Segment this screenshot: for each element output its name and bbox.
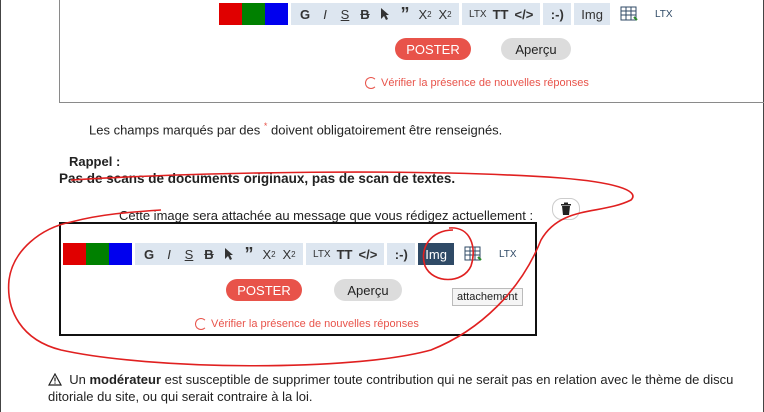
- annotation-img-circle: [422, 227, 474, 281]
- annotation-large-loop: [7, 171, 634, 367]
- red-annotation-overlay: [7, 171, 634, 367]
